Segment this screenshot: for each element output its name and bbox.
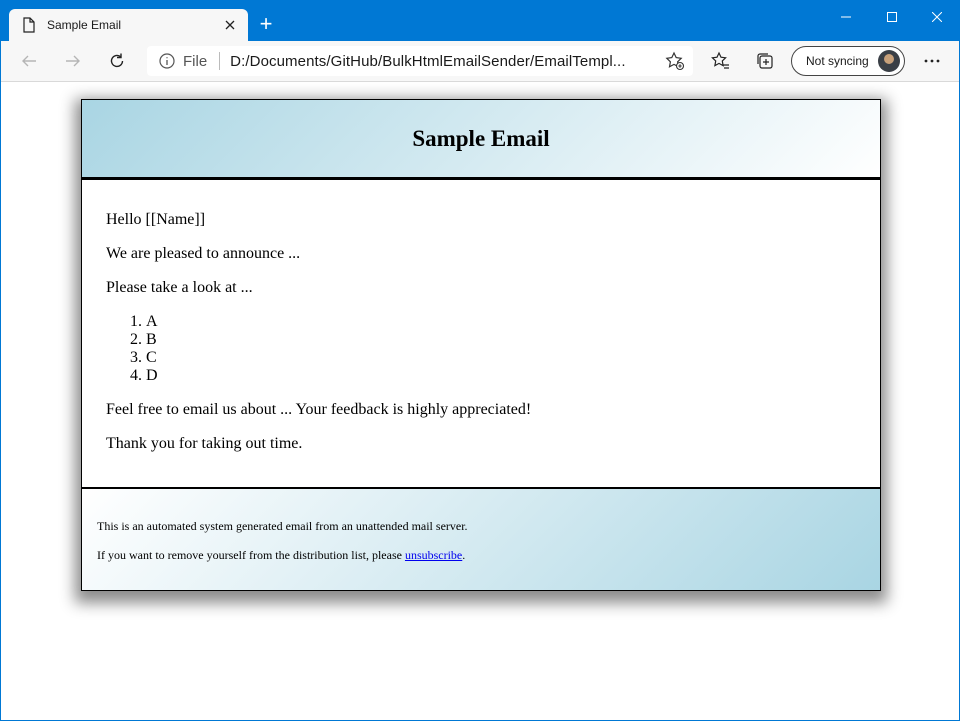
window-close-icon[interactable]	[914, 1, 960, 33]
greeting-text: Hello [[Name]]	[106, 211, 206, 228]
email-header: Sample Email	[81, 99, 881, 178]
list-item: A	[146, 313, 856, 331]
address-url[interactable]: D:/Documents/GitHub/BulkHtmlEmailSender/…	[230, 53, 661, 70]
email-footer: This is an automated system generated em…	[81, 489, 881, 591]
thanks-text: Thank you for taking out time.	[106, 435, 303, 452]
email-body: Hello [[Name]] We are pleased to announc…	[81, 178, 881, 489]
item-list: A B C D	[106, 313, 856, 385]
more-icon[interactable]	[918, 47, 946, 75]
page-icon	[21, 17, 37, 33]
collections-icon[interactable]	[751, 47, 779, 75]
look-text: Please take a look at ...	[106, 279, 253, 296]
close-icon[interactable]	[218, 13, 242, 37]
favorites-icon[interactable]	[707, 47, 735, 75]
refresh-icon[interactable]	[103, 47, 131, 75]
title-bar: Sample Email +	[1, 1, 959, 41]
unsubscribe-link[interactable]: unsubscribe	[405, 548, 462, 562]
email-card: Sample Email Hello [[Name]] We are pleas…	[81, 99, 881, 591]
sync-label: Not syncing	[806, 54, 869, 68]
info-icon[interactable]	[159, 53, 175, 69]
feedback-text: Feel free to email us about ... Your fee…	[106, 401, 532, 418]
maximize-icon[interactable]	[869, 1, 915, 33]
browser-window: Sample Email + File D:/Documents/GitHub/…	[0, 0, 960, 721]
forward-icon[interactable]	[59, 47, 87, 75]
address-scheme: File	[183, 52, 208, 70]
list-item: B	[146, 331, 856, 349]
footer-remove-text: If you want to remove yourself from the …	[97, 548, 865, 563]
email-title: Sample Email	[412, 125, 550, 151]
footer-remove-prefix: If you want to remove yourself from the …	[97, 548, 405, 562]
tab-sample-email[interactable]: Sample Email	[9, 9, 248, 41]
tab-title: Sample Email	[47, 18, 122, 32]
page-content: Sample Email Hello [[Name]] We are pleas…	[1, 82, 959, 720]
back-icon[interactable]	[15, 47, 43, 75]
announce-text: We are pleased to announce ...	[106, 245, 301, 262]
avatar	[878, 50, 900, 72]
add-favorite-icon[interactable]	[661, 47, 689, 75]
list-item: D	[146, 367, 856, 385]
navigation-bar: File D:/Documents/GitHub/BulkHtmlEmailSe…	[1, 41, 959, 82]
minimize-icon[interactable]	[823, 1, 869, 33]
footer-auto-text: This is an automated system generated em…	[97, 519, 468, 533]
address-separator	[219, 52, 221, 70]
plus-icon[interactable]: +	[254, 13, 278, 37]
footer-remove-suffix: .	[462, 548, 466, 562]
address-bar[interactable]: File D:/Documents/GitHub/BulkHtmlEmailSe…	[147, 46, 693, 76]
profile-sync-button[interactable]: Not syncing	[791, 46, 905, 76]
list-item: C	[146, 349, 856, 367]
